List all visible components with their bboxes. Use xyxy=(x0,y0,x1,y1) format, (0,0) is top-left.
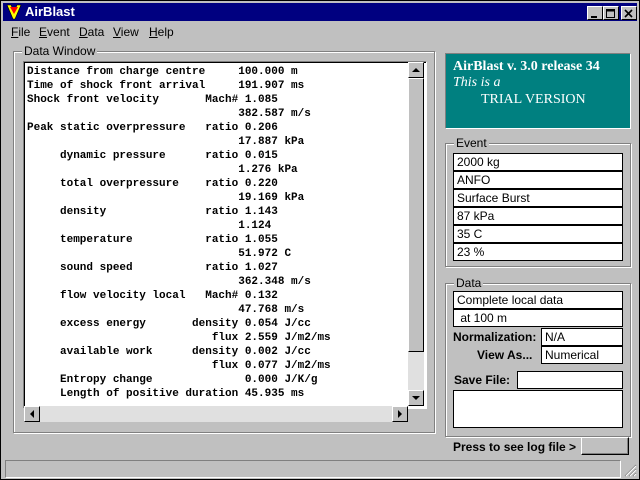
data-line: density ratio 1.143 xyxy=(27,206,278,218)
menu-bar: File Event Data View Help xyxy=(3,23,637,41)
data-window-text-area[interactable]: Distance from charge centre 100.000 m Tim… xyxy=(23,61,427,409)
data-line: excess energy density 0.054 J/cc xyxy=(27,318,311,330)
vertical-scroll-thumb[interactable] xyxy=(408,78,424,352)
normalization-field[interactable]: N/A xyxy=(541,328,623,346)
scroll-left-button[interactable] xyxy=(24,406,40,422)
trial-banner: AirBlast v. 3.0 release 34 This is a TRI… xyxy=(445,53,631,129)
data-line: sound speed ratio 1.027 xyxy=(27,262,278,274)
data-line: available work density 0.002 J/cc xyxy=(27,346,311,358)
data-line: 362.348 m/s xyxy=(27,276,311,288)
save-file-label: Save File: xyxy=(454,373,511,387)
save-file-area[interactable] xyxy=(453,390,623,428)
data-window-title: Data Window xyxy=(22,44,98,58)
data-line: 47.768 m/s xyxy=(27,304,305,316)
view-as-label: View As... xyxy=(477,348,533,362)
data-line: Peak static overpressure ratio 0.206 xyxy=(27,122,278,134)
event-explosive-type[interactable]: ANFO xyxy=(453,171,623,189)
menu-event[interactable]: Event xyxy=(39,25,70,39)
horizontal-scrollbar[interactable] xyxy=(24,406,408,422)
resize-grip-icon[interactable] xyxy=(623,463,637,477)
data-panel-title: Data xyxy=(454,276,484,290)
event-temperature[interactable]: 35 C xyxy=(453,225,623,243)
banner-subtitle: This is a xyxy=(453,75,501,90)
data-line: total overpressure ratio 0.220 xyxy=(27,178,278,190)
log-file-label: Press to see log file > xyxy=(453,440,577,454)
data-line: Shock front velocity Mach# 1.085 xyxy=(27,94,278,106)
data-summary-type[interactable]: Complete local data xyxy=(453,291,623,309)
data-line: flux 0.077 J/m2/ms xyxy=(27,360,331,372)
data-line: flow velocity local Mach# 0.132 xyxy=(27,290,278,302)
data-summary-distance[interactable]: at 100 m xyxy=(453,309,623,327)
menu-data[interactable]: Data xyxy=(79,25,104,39)
log-file-button[interactable] xyxy=(581,437,629,455)
view-as-field[interactable]: Numerical xyxy=(541,346,623,364)
data-line: 1.276 kPa xyxy=(27,164,298,176)
maximize-icon xyxy=(606,9,615,18)
maximize-button[interactable] xyxy=(603,6,619,20)
data-line: Distance from charge centre 100.000 m xyxy=(27,66,298,78)
event-humidity[interactable]: 23 % xyxy=(453,243,623,261)
arrow-left-icon xyxy=(30,410,34,418)
banner-trial-text: TRIAL VERSION xyxy=(481,92,586,107)
scroll-down-button[interactable] xyxy=(408,390,424,406)
arrow-right-icon xyxy=(398,410,402,418)
banner-version: AirBlast v. 3.0 release 34 xyxy=(453,59,600,74)
data-line: 17.887 kPa xyxy=(27,136,305,148)
normalization-label: Normalization: xyxy=(453,330,537,344)
menu-view[interactable]: View xyxy=(113,25,139,39)
window-title: AirBlast xyxy=(25,4,75,19)
event-group-title: Event xyxy=(454,136,489,150)
data-line: Entropy change 0.000 J/K/g xyxy=(27,374,318,386)
menu-help[interactable]: Help xyxy=(149,25,174,39)
airblast-app-icon[interactable] xyxy=(6,4,22,20)
data-line: temperature ratio 1.055 xyxy=(27,234,278,246)
data-line: Length of positive duration 45.935 ms xyxy=(27,388,305,400)
arrow-down-icon xyxy=(412,396,420,400)
data-line: dynamic pressure ratio 0.015 xyxy=(27,150,278,162)
scroll-up-button[interactable] xyxy=(408,62,424,78)
data-line: Time of shock front arrival 191.907 ms xyxy=(27,80,305,92)
save-file-name-field[interactable] xyxy=(517,371,623,389)
arrow-up-icon xyxy=(412,68,420,72)
event-charge-mass[interactable]: 2000 kg xyxy=(453,153,623,171)
data-line: 382.587 m/s xyxy=(27,108,311,120)
close-button[interactable] xyxy=(621,6,637,20)
menu-file[interactable]: File xyxy=(11,25,30,39)
data-window-content: Distance from charge centre 100.000 m Tim… xyxy=(27,65,331,401)
status-bar xyxy=(5,460,621,478)
minimize-button[interactable] xyxy=(587,6,603,20)
close-icon xyxy=(624,9,633,18)
data-line: flux 2.559 J/m2/ms xyxy=(27,332,331,344)
data-line: 19.169 kPa xyxy=(27,192,305,204)
event-ambient-pressure[interactable]: 87 kPa xyxy=(453,207,623,225)
minimize-icon xyxy=(591,16,597,18)
data-line: 1.124 xyxy=(27,220,272,232)
vertical-scrollbar[interactable] xyxy=(408,62,424,406)
app-window: AirBlast File Event Data View Help Data … xyxy=(0,0,640,480)
data-line: 51.972 C xyxy=(27,248,292,260)
title-bar[interactable]: AirBlast xyxy=(3,3,637,21)
scroll-right-button[interactable] xyxy=(392,406,408,422)
event-burst-type[interactable]: Surface Burst xyxy=(453,189,623,207)
